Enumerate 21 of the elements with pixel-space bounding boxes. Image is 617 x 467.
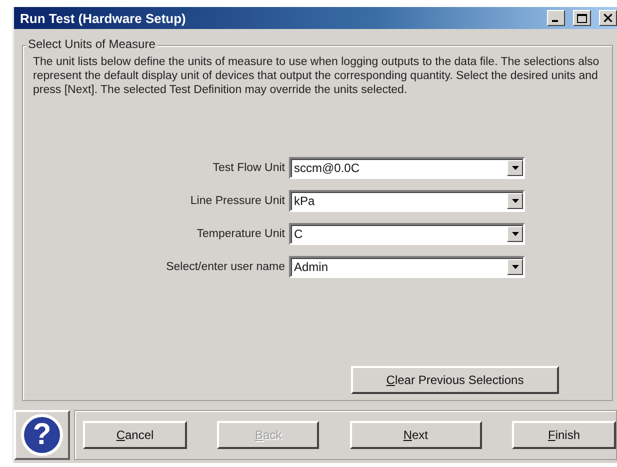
clear-selections-button[interactable]: Clear Previous Selections — [351, 366, 559, 394]
group-title: Select Units of Measure — [26, 37, 158, 51]
field-label: Line Pressure Unit — [189, 195, 285, 207]
description-text: The unit lists below define the units of measure to use when logging outputs to the data file. The selections also represent the default display unit of devices that output the corresponding quantity. Select the desired units and press [Next]. The selected Test Definition may override the units selected. — [33, 55, 600, 97]
window-title: Run Test (Hardware Setup) — [20, 10, 187, 26]
help-button[interactable]: ? — [14, 410, 70, 460]
dropdown-field[interactable]: kPa — [289, 190, 525, 212]
field-label: Select/enter user name — [165, 261, 285, 273]
maximize-icon — [577, 14, 587, 22]
minimize-button[interactable] — [547, 10, 565, 26]
wizard-button[interactable]: Finish — [512, 421, 616, 449]
close-button[interactable] — [599, 10, 617, 26]
field-label: Test Flow Unit — [212, 162, 285, 174]
dropdown-field[interactable]: Admin — [289, 256, 525, 278]
wizard-button[interactable]: Cancel — [83, 421, 187, 449]
field-label: Temperature Unit — [196, 228, 285, 240]
wizard-button[interactable]: Next — [350, 421, 482, 449]
close-icon — [604, 14, 612, 22]
dropdown-field[interactable]: sccm@0.0C — [289, 157, 525, 179]
dropdown-field[interactable]: C — [289, 223, 525, 245]
maximize-button[interactable] — [573, 10, 591, 26]
